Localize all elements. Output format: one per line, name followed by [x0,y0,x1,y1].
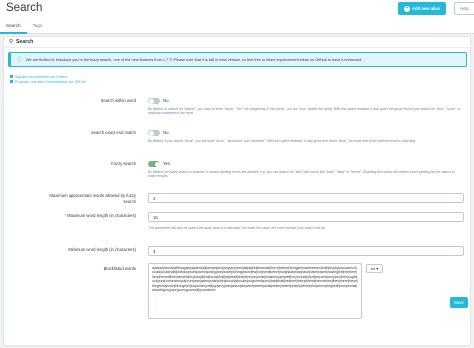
github-icon [10,80,13,83]
exact-end-label: Search exact end match [90,130,136,135]
min-length-input[interactable]: 3 [148,246,464,256]
max-words-label: Maximum approximate words allowed by fuz… [49,193,136,204]
panel-title: Search [16,39,34,45]
help-button[interactable]: Help [454,2,474,15]
min-length-label: Minimum word length (in characters) [68,247,136,252]
exact-end-value: No [163,130,169,135]
switch-knob [148,130,154,136]
max-words-input[interactable]: 4 [148,193,464,203]
max-length-input[interactable]: 15 [148,212,464,222]
switch-knob [154,161,160,167]
within-word-value: No [163,98,169,103]
language-dropdown[interactable]: en ▾ [366,264,383,273]
fuzzy-value: Yes [163,161,171,166]
blacklist-textarea[interactable]: a|about|above|after|again|against|all|am… [148,263,362,319]
alert-text: We are thrilled to introduce you to the … [26,57,363,62]
search-icon: ⚲ [9,39,14,45]
within-word-label: Search within word [100,98,136,103]
panel-header: ⚲ Search [4,37,470,48]
max-length-label: *Maximum word length (in characters) [64,213,136,218]
header-toolbar: Search + Add new alias Help Search Tags [0,0,474,34]
max-length-help: This parameter will only be used if the … [148,226,326,230]
fuzzy-label: Fuzzy search [111,161,136,166]
fuzzy-switch[interactable] [148,161,160,167]
github-links: Signaler un problème sur GitHub Proposer… [10,74,86,84]
within-word-switch[interactable] [148,98,160,104]
add-alias-button[interactable]: + Add new alias [398,2,446,15]
suggest-idea-link[interactable]: Proposer une idée d'amélioration sur Git… [10,79,86,84]
github-icon [10,75,13,78]
exact-end-help: By default, if you search "book", you wi… [148,139,416,143]
info-icon: ⓘ [17,57,23,63]
exact-end-switch[interactable] [148,130,160,136]
blacklist-label: Blacklisted words [103,266,136,271]
fuzzy-help: By default, the fuzzy search is enabled.… [148,170,455,179]
add-alias-label: Add new alias [412,6,440,11]
search-settings-panel: ⚲ Search ⓘ We are thrilled to introduce … [3,36,471,346]
tab-bar: Search Tags [0,19,48,34]
tab-tags[interactable]: Tags [27,19,49,34]
info-alert: ⓘ We are thrilled to introduce you to th… [8,52,467,67]
language-label: en [370,266,376,271]
chevron-down-icon: ▾ [376,266,379,271]
plus-circle-icon: + [404,5,411,12]
tab-search[interactable]: Search [0,19,27,34]
required-marker: * [64,213,67,218]
within-word-help: By default, to search for "blouse", you … [148,107,461,116]
switch-knob [148,98,154,104]
save-button[interactable]: Save [450,297,468,308]
page-title: Search [6,2,43,14]
